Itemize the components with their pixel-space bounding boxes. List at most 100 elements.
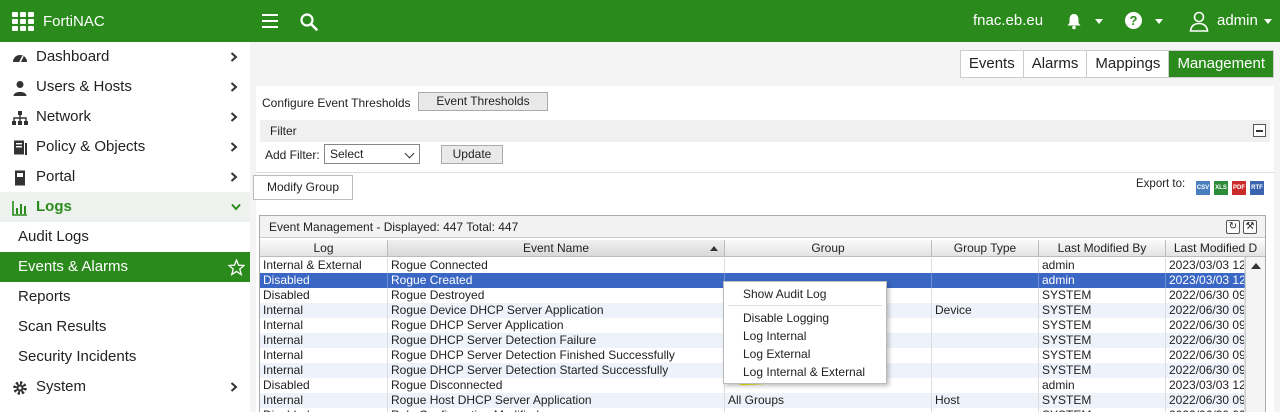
cell-group-type	[932, 288, 1039, 303]
tab-mappings[interactable]: Mappings	[1086, 51, 1169, 77]
cell-event-name: Rogue Connected	[388, 258, 725, 273]
portal-icon	[15, 170, 25, 186]
chevron-right-icon	[230, 112, 238, 122]
cell-modified-date: 2022/06/30 09	[1166, 303, 1245, 318]
search-icon[interactable]	[300, 13, 318, 31]
column-header-log[interactable]: Log	[260, 240, 388, 257]
brand[interactable]: FortiNAC	[12, 0, 105, 42]
sort-ascending-icon	[710, 246, 718, 251]
sidebar-item-label: Reports	[18, 288, 71, 305]
filter-header[interactable]: Filter	[260, 120, 1270, 142]
favorite-star-icon[interactable]	[228, 259, 245, 276]
document-icon	[14, 140, 27, 155]
column-header-event-name[interactable]: Event Name	[388, 240, 725, 257]
sidebar-item-label: System	[36, 378, 87, 395]
sidebar-item-events-alarms[interactable]: Events & Alarms	[0, 252, 250, 282]
chevron-right-icon	[230, 52, 238, 62]
event-thresholds-button[interactable]: Event Thresholds	[418, 92, 548, 111]
cell-modified-by: SYSTEM	[1039, 393, 1166, 408]
modify-group-button[interactable]: Modify Group	[253, 175, 353, 200]
cell-modified-date: 2022/06/30 09	[1166, 333, 1245, 348]
cell-log: Disabled	[260, 408, 388, 412]
collapse-icon[interactable]	[1253, 124, 1266, 137]
sidebar: Dashboard Users & Hosts Network Policy &…	[0, 42, 250, 412]
export-csv-icon[interactable]: CSV	[1196, 181, 1210, 195]
cell-group-type: Host	[932, 393, 1039, 408]
cell-group-type	[932, 258, 1039, 273]
sidebar-item-label: Network	[36, 108, 92, 125]
user-icon[interactable]	[1188, 10, 1210, 32]
cell-modified-date: 2022/06/30 09	[1166, 348, 1245, 363]
cell-modified-date: 2022/06/30 09	[1166, 363, 1245, 378]
refresh-icon[interactable]: ↻	[1226, 220, 1240, 234]
cell-event-name: Rogue Destroyed	[388, 288, 725, 303]
tab-bar: Events Alarms Mappings Management	[959, 50, 1274, 78]
cell-log: Internal & External	[260, 258, 388, 273]
scroll-up-arrow-icon[interactable]	[1251, 263, 1261, 269]
gear-icon	[13, 381, 27, 395]
sidebar-item-reports[interactable]: Reports	[0, 282, 250, 312]
cell-group-type	[932, 318, 1039, 333]
cell-modified-date: 2022/06/30 09	[1166, 408, 1245, 412]
help-icon[interactable]: ?	[1125, 12, 1142, 29]
add-filter-select[interactable]: Select	[324, 144, 420, 164]
update-button[interactable]: Update	[441, 145, 503, 164]
column-header-group-type[interactable]: Group Type	[932, 240, 1039, 257]
chevron-down-icon	[231, 203, 241, 211]
notifications-caret-icon[interactable]	[1095, 19, 1103, 24]
export-pdf-icon[interactable]: PDF	[1232, 181, 1246, 195]
table-row[interactable]: Internal Rogue Host DHCP Server Applicati…	[260, 393, 1245, 408]
hamburger-menu-icon[interactable]	[262, 14, 278, 28]
sidebar-item-network[interactable]: Network	[0, 102, 250, 132]
sidebar-item-dashboard[interactable]: Dashboard	[0, 42, 250, 72]
sidebar-item-label: Users & Hosts	[36, 78, 132, 95]
sidebar-item-scan-results[interactable]: Scan Results	[0, 312, 250, 342]
app-grid-icon	[12, 12, 34, 31]
cell-event-name: Rogue DHCP Server Detection Failure	[388, 333, 725, 348]
chevron-right-icon	[230, 142, 238, 152]
sidebar-item-audit-logs[interactable]: Audit Logs	[0, 222, 250, 252]
cell-event-name: Rogue Created	[388, 273, 725, 288]
tab-alarms[interactable]: Alarms	[1022, 51, 1087, 77]
menu-item-disable-logging[interactable]: Disable Logging	[743, 311, 829, 325]
cell-event-name: Rogue DHCP Server Detection Started Succ…	[388, 363, 725, 378]
sidebar-item-portal[interactable]: Portal	[0, 162, 250, 192]
cell-log: Internal	[260, 393, 388, 408]
sidebar-item-logs[interactable]: Logs	[0, 192, 250, 222]
settings-wrench-icon[interactable]: ⚒	[1243, 220, 1257, 234]
sidebar-item-policy-objects[interactable]: Policy & Objects	[0, 132, 250, 162]
cell-log: Internal	[260, 303, 388, 318]
cell-event-name: Rogue Device DHCP Server Application	[388, 303, 725, 318]
column-header-group[interactable]: Group	[725, 240, 932, 257]
table-row[interactable]: DisabledRole Configuration Modified SYSTE…	[260, 408, 1245, 412]
help-caret-icon[interactable]	[1155, 19, 1163, 24]
hostname: fnac.eb.eu	[973, 12, 1044, 29]
bell-icon[interactable]	[1065, 12, 1083, 30]
user-caret-icon[interactable]	[1264, 19, 1272, 24]
cell-group-type	[932, 333, 1039, 348]
sidebar-item-users-hosts[interactable]: Users & Hosts	[0, 72, 250, 102]
cell-event-name: Rogue Disconnected	[388, 378, 725, 393]
column-header-last-modified-by[interactable]: Last Modified By	[1039, 240, 1166, 257]
cell-log: Disabled	[260, 378, 388, 393]
export-xls-icon[interactable]: XLS	[1214, 181, 1228, 195]
sidebar-item-label: Portal	[36, 168, 76, 185]
vertical-scrollbar[interactable]	[1245, 257, 1265, 412]
cell-event-name: Rogue DHCP Server Application	[388, 318, 725, 333]
menu-item-log-internal[interactable]: Log Internal	[743, 329, 806, 343]
user-name[interactable]: admin	[1217, 0, 1258, 42]
tab-events[interactable]: Events	[960, 51, 1023, 77]
sidebar-item-security-incidents[interactable]: Security Incidents	[0, 342, 250, 372]
export-rtf-icon[interactable]: RTF	[1250, 181, 1264, 195]
filter-title: Filter	[270, 124, 297, 138]
context-menu: Show Audit Log Disable Logging Log Inter…	[723, 281, 887, 384]
sidebar-item-system[interactable]: System	[0, 372, 250, 402]
menu-item-log-internal-external[interactable]: Log Internal & External	[743, 365, 865, 379]
tab-management[interactable]: Management	[1168, 51, 1273, 77]
table-row[interactable]: Internal & External Rogue Connected admin 2…	[260, 258, 1245, 273]
menu-item-show-audit-log[interactable]: Show Audit Log	[743, 287, 826, 301]
cell-modified-date: 2023/03/03 12	[1166, 378, 1245, 393]
sidebar-item-label: Audit Logs	[18, 228, 89, 245]
column-header-last-modified-date[interactable]: Last Modified D	[1166, 240, 1265, 257]
menu-item-log-external[interactable]: Log External	[743, 347, 810, 361]
